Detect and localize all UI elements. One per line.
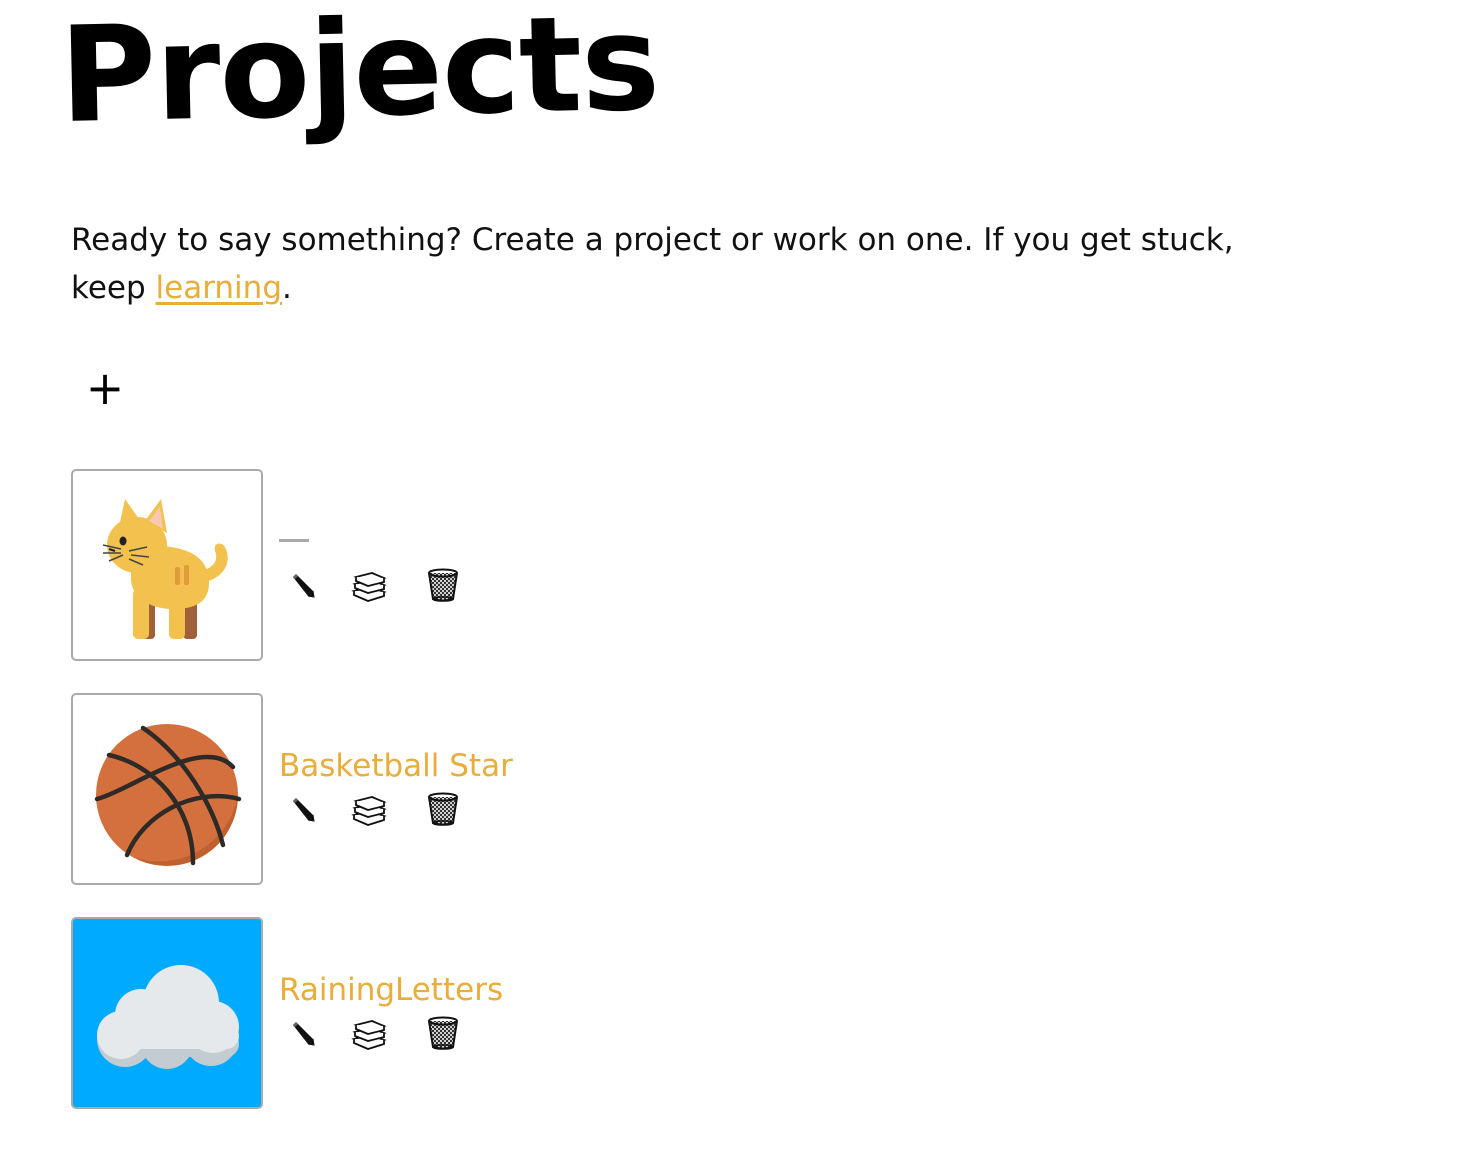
project-card: RainingLetters [71, 917, 671, 1109]
pencil-icon[interactable] [285, 567, 321, 603]
project-card [71, 469, 671, 661]
add-project-button[interactable]: + [85, 362, 125, 414]
books-icon[interactable] [351, 791, 387, 827]
project-thumbnail[interactable] [71, 917, 263, 1109]
learning-link[interactable]: learning [156, 270, 282, 306]
intro-end: . [282, 270, 292, 306]
books-icon[interactable] [351, 567, 387, 603]
project-card: Basketball Star [71, 693, 671, 885]
pencil-icon[interactable] [285, 1015, 321, 1051]
project-title[interactable] [279, 539, 309, 542]
intro-paragraph: Ready to say something? Create a project… [71, 216, 1311, 312]
basketball-icon [94, 724, 242, 866]
trash-icon[interactable] [425, 567, 461, 603]
project-thumbnail[interactable] [71, 693, 263, 885]
cloud-icon [97, 965, 239, 1069]
project-title[interactable]: RainingLetters [279, 971, 503, 1009]
trash-icon[interactable] [425, 1015, 461, 1051]
trash-icon[interactable] [425, 791, 461, 827]
books-icon[interactable] [351, 1015, 387, 1051]
project-title[interactable]: Basketball Star [279, 747, 513, 785]
pencil-icon[interactable] [285, 791, 321, 827]
cat-icon [102, 499, 228, 639]
project-thumbnail[interactable] [71, 469, 263, 661]
page-title: Projects [58, 0, 661, 153]
